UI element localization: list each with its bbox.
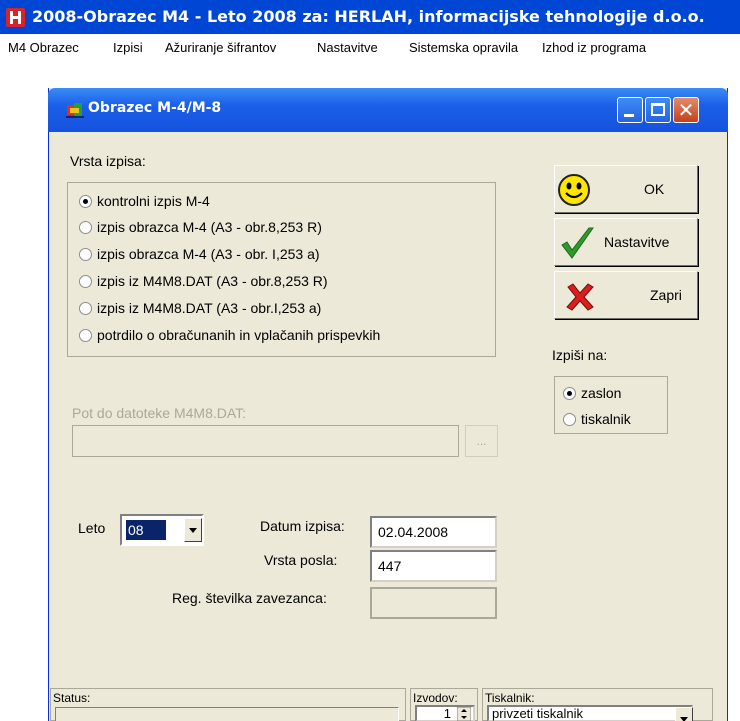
printer-panel: Tiskalnik: privzeti tiskalnik bbox=[482, 688, 713, 721]
menu-izpisi[interactable]: Izpisi bbox=[113, 40, 143, 55]
status-label: Status: bbox=[53, 691, 91, 705]
date-label: Datum izpisa: bbox=[260, 518, 345, 534]
app-title-bar: 2008-Obrazec M4 - Leto 2008 za: HERLAH, … bbox=[0, 0, 740, 34]
radio-label: izpis iz M4M8.DAT (A3 - obr.8,253 R) bbox=[97, 273, 328, 289]
menu-izhod[interactable]: Izhod iz programa bbox=[542, 40, 646, 55]
report-type-label: Vrsta izpisa: bbox=[70, 153, 146, 169]
output-label: Izpiši na: bbox=[552, 347, 608, 363]
close-button[interactable]: Zapri bbox=[554, 271, 698, 319]
close-button-label: Zapri bbox=[650, 287, 682, 303]
ok-button-label: OK bbox=[644, 181, 665, 197]
radio-dot[interactable] bbox=[563, 387, 576, 400]
status-panel: Status: bbox=[50, 688, 406, 721]
radio-dot[interactable] bbox=[79, 221, 92, 234]
radio-dot[interactable] bbox=[563, 413, 576, 426]
settings-button-label: Nastavitve bbox=[604, 234, 670, 250]
chevron-down-icon[interactable] bbox=[675, 707, 693, 721]
minimize-icon bbox=[624, 114, 634, 117]
smiley-icon bbox=[558, 174, 590, 206]
job-type-label: Vrsta posla: bbox=[264, 552, 338, 568]
copies-value: 1 bbox=[443, 706, 451, 721]
radio-dot[interactable] bbox=[79, 195, 92, 208]
close-icon: ✕ bbox=[677, 98, 695, 122]
radio-dot[interactable] bbox=[79, 248, 92, 261]
minimize-button[interactable] bbox=[617, 97, 643, 123]
radio-label: tiskalnik bbox=[581, 411, 631, 427]
settings-button[interactable]: Nastavitve bbox=[554, 218, 698, 266]
radio-dot[interactable] bbox=[79, 275, 92, 288]
ok-button[interactable]: OK bbox=[554, 165, 698, 213]
job-type-input[interactable]: 447 bbox=[370, 550, 497, 582]
menu-sistemska-opravila[interactable]: Sistemska opravila bbox=[409, 40, 518, 55]
menu-bar: M4 Obrazec Izpisi Ažuriranje šifrantov N… bbox=[0, 34, 740, 61]
path-label: Pot do datoteke M4M8.DAT: bbox=[72, 405, 247, 421]
radio-label: potrdilo o obračunanih in vplačanih pris… bbox=[97, 327, 381, 343]
reg-number-label: Reg. številka zavezanca: bbox=[172, 590, 327, 606]
close-window-button[interactable]: ✕ bbox=[673, 97, 699, 123]
app-title: 2008-Obrazec M4 - Leto 2008 za: HERLAH, … bbox=[32, 7, 705, 26]
year-select[interactable]: 08 bbox=[120, 514, 204, 546]
path-input[interactable] bbox=[72, 425, 459, 457]
copies-label: Izvodov: bbox=[413, 691, 458, 705]
radio-label: izpis obrazca M-4 (A3 - obr.8,253 R) bbox=[97, 219, 322, 235]
radio-dot[interactable] bbox=[79, 302, 92, 315]
year-value: 08 bbox=[125, 519, 167, 541]
radio-label: kontrolni izpis M-4 bbox=[97, 193, 210, 209]
radio-label: izpis obrazca M-4 (A3 - obr. I,253 a) bbox=[97, 246, 320, 262]
red-x-icon bbox=[566, 283, 594, 311]
maximize-button[interactable] bbox=[645, 97, 671, 123]
radio-label: zaslon bbox=[581, 385, 622, 401]
status-value bbox=[55, 707, 399, 721]
menu-nastavitve[interactable]: Nastavitve bbox=[317, 40, 378, 55]
maximize-icon bbox=[651, 103, 665, 116]
chevron-down-icon[interactable] bbox=[184, 518, 202, 542]
dialog-title: Obrazec M-4/M-8 bbox=[88, 100, 222, 116]
radio-dot[interactable] bbox=[79, 329, 92, 342]
app-window-icon bbox=[66, 103, 84, 118]
menu-m4-obrazec[interactable]: M4 Obrazec bbox=[8, 40, 79, 55]
radio-label: izpis iz M4M8.DAT (A3 - obr.I,253 a) bbox=[97, 300, 322, 316]
reg-number-input[interactable] bbox=[370, 587, 497, 619]
printer-value: privzeti tiskalnik bbox=[492, 706, 584, 721]
copies-panel: Izvodov: 1 bbox=[410, 688, 478, 721]
printer-label: Tiskalnik: bbox=[485, 691, 535, 705]
checkmark-icon bbox=[561, 227, 594, 259]
date-input[interactable]: 02.04.2008 bbox=[370, 516, 497, 548]
spinner-arrows-icon[interactable] bbox=[457, 707, 471, 721]
printer-select[interactable]: privzeti tiskalnik bbox=[487, 705, 693, 721]
menu-azuriranje-sifrantov[interactable]: Ažuriranje šifrantov bbox=[165, 40, 276, 55]
app-logo-icon bbox=[6, 8, 25, 27]
browse-button[interactable]: ... bbox=[465, 425, 498, 457]
year-label: Leto bbox=[78, 520, 106, 536]
